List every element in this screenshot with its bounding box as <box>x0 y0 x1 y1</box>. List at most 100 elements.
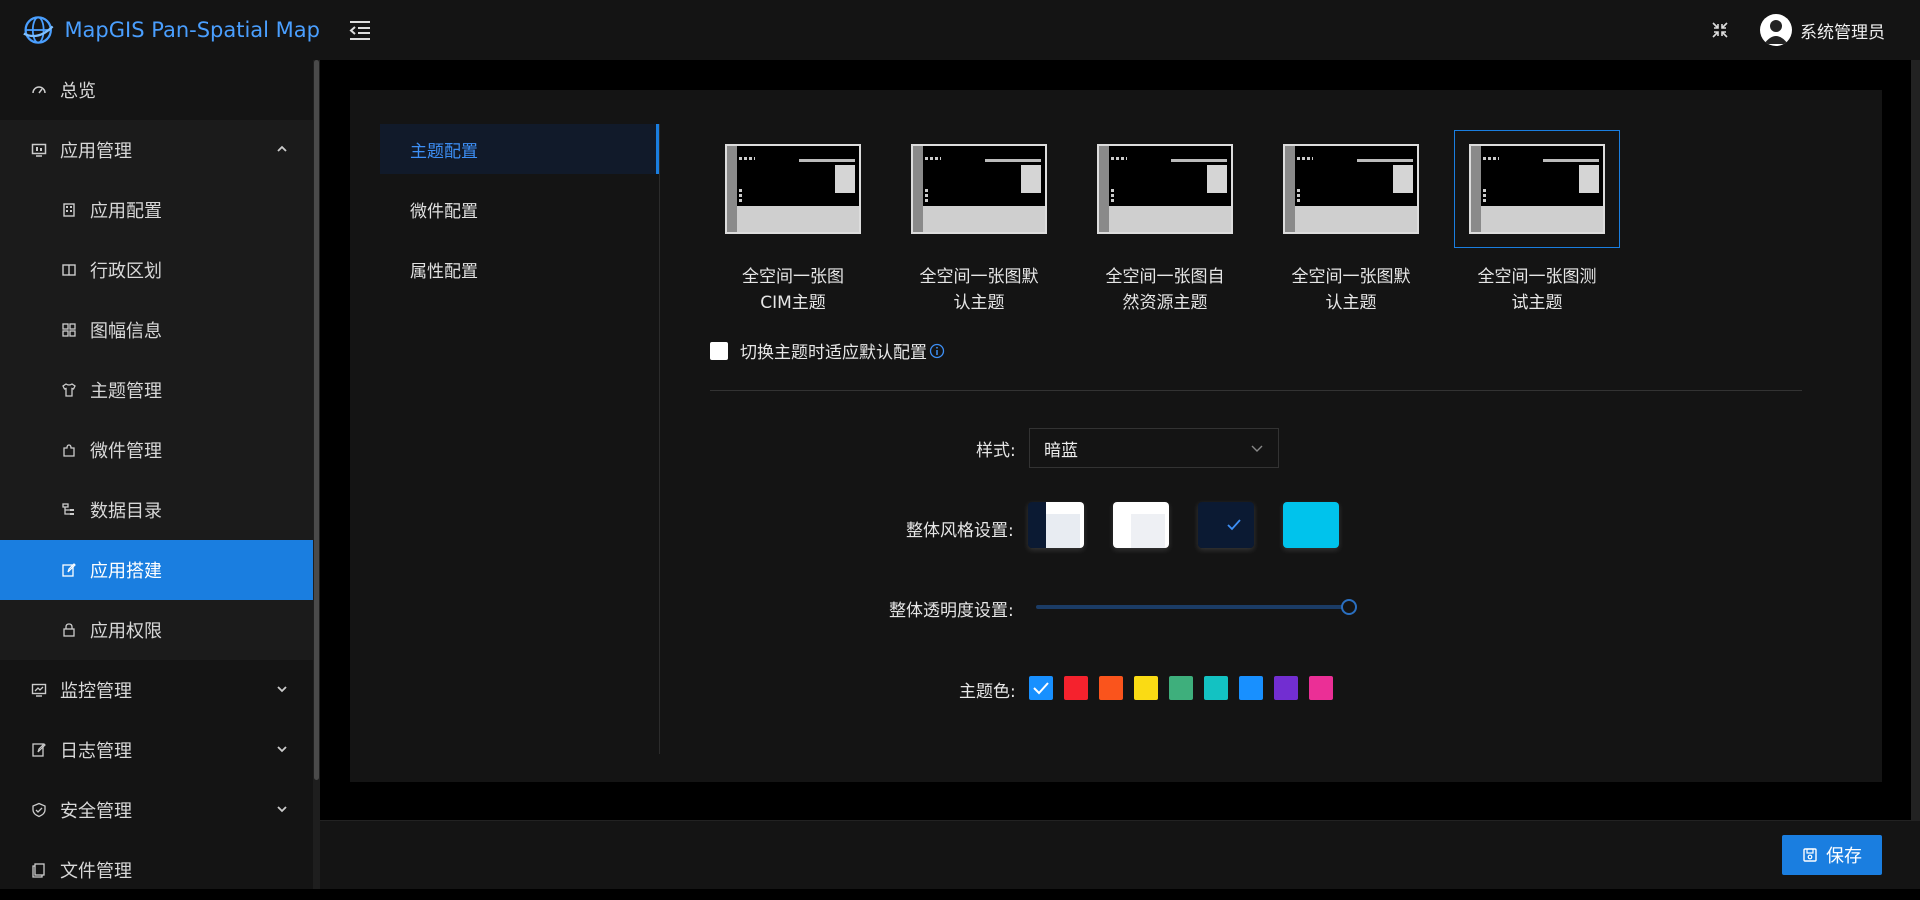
theme-thumbnail[interactable] <box>1268 130 1434 248</box>
file-icon <box>30 861 48 879</box>
info-icon[interactable] <box>929 343 945 359</box>
color-swatch-magenta[interactable] <box>1309 676 1333 700</box>
globe-icon <box>23 16 54 44</box>
opacity-slider-handle[interactable] <box>1341 599 1357 615</box>
sidebar-item-label: 应用管理 <box>60 141 132 162</box>
sidebar-item-label: 安全管理 <box>60 801 132 822</box>
color-swatch-purple[interactable] <box>1274 676 1298 700</box>
sidebar-item-app-build[interactable]: 应用搭建 <box>0 540 313 600</box>
chevron-down-icon <box>277 806 287 813</box>
tree-icon <box>60 501 78 519</box>
theme-preview-image <box>1097 144 1233 234</box>
style-select-value: 暗蓝 <box>1044 440 1078 461</box>
sidebar-item-label: 图幅信息 <box>90 321 162 342</box>
sidebar-item-widget-management[interactable]: 微件管理 <box>0 420 313 480</box>
footer-bar <box>320 820 1920 889</box>
building-icon <box>60 201 78 219</box>
theme-list: 全空间一张图 CIM主题 全空间一张图默 认主题 全空间一张图自 然资源主题 全空间一… <box>710 130 1640 316</box>
sidebar-item-monitor-management[interactable]: 监控管理 <box>0 660 313 720</box>
save-icon <box>1803 848 1817 862</box>
theme-color-label: 主题色: <box>959 682 1016 702</box>
chevron-down-icon <box>1251 445 1263 452</box>
theme-card[interactable]: 全空间一张图自 然资源主题 <box>1082 130 1248 316</box>
theme-label: 全空间一张图测 试主题 <box>1477 267 1597 313</box>
theme-card-selected[interactable]: 全空间一张图测 试主题 <box>1454 130 1620 316</box>
color-swatch-yellow[interactable] <box>1134 676 1158 700</box>
theme-preview-image <box>725 144 861 234</box>
style-swatch-dark[interactable] <box>1198 502 1254 548</box>
sidebar-item-data-catalog[interactable]: 数据目录 <box>0 480 313 540</box>
save-button[interactable]: 保存 <box>1782 835 1882 875</box>
grid-icon <box>60 321 78 339</box>
overall-style-label: 整体风格设置: <box>906 521 1014 541</box>
sidebar-item-label: 监控管理 <box>60 681 132 702</box>
color-swatch-cyan[interactable] <box>1204 676 1228 700</box>
theme-card[interactable]: 全空间一张图默 认主题 <box>896 130 1062 316</box>
edit-icon <box>60 561 78 579</box>
subnav-attribute-config[interactable]: 属性配置 <box>380 244 659 294</box>
sidebar-item-overview[interactable]: 总览 <box>0 60 313 120</box>
divider <box>710 390 1802 391</box>
user-icon <box>1764 20 1788 44</box>
opacity-label: 整体透明度设置: <box>889 601 1014 621</box>
theme-card[interactable]: 全空间一张图 CIM主题 <box>710 130 876 316</box>
theme-thumbnail[interactable] <box>896 130 1062 248</box>
style-select[interactable]: 暗蓝 <box>1029 428 1279 468</box>
sidebar-item-label: 总览 <box>60 81 96 102</box>
chevron-down-icon <box>277 746 287 753</box>
subnav-theme-config[interactable]: 主题配置 <box>380 124 659 174</box>
color-swatch-red[interactable] <box>1064 676 1088 700</box>
sidebar-item-label: 应用权限 <box>90 621 162 642</box>
lock-icon <box>60 621 78 639</box>
monitor-chart-icon <box>30 681 48 699</box>
sidebar-item-app-management[interactable]: 应用管理 <box>0 120 313 180</box>
sidebar-item-label: 日志管理 <box>60 741 132 762</box>
adapt-default-config-row: 切换主题时适应默认配置 <box>710 338 945 363</box>
chevron-down-icon <box>277 686 287 693</box>
theme-thumbnail[interactable] <box>710 130 876 248</box>
opacity-slider-track[interactable] <box>1036 605 1350 609</box>
color-swatch-green[interactable] <box>1169 676 1193 700</box>
theme-thumbnail[interactable] <box>1082 130 1248 248</box>
scrollbar-thumb[interactable] <box>314 60 319 780</box>
sidebar-item-admin-division[interactable]: 行政区划 <box>0 240 313 300</box>
app-logo[interactable]: MapGIS Pan-Spatial Map <box>0 0 320 60</box>
sidebar-item-log-management[interactable]: 日志管理 <box>0 720 313 780</box>
theme-card[interactable]: 全空间一张图默 认主题 <box>1268 130 1434 316</box>
sidebar-item-theme-management[interactable]: 主题管理 <box>0 360 313 420</box>
sidebar: MapGIS Pan-Spatial Map 总览 应用管理 应用配置 行政区划… <box>0 0 320 889</box>
theme-label: 全空间一张图 CIM主题 <box>742 267 844 313</box>
sidebar-item-label: 行政区划 <box>90 261 162 282</box>
theme-thumbnail[interactable] <box>1454 130 1620 248</box>
shirt-icon <box>60 381 78 399</box>
sidebar-item-file-management[interactable]: 文件管理 <box>0 840 313 900</box>
username[interactable]: 系统管理员 <box>1800 18 1885 43</box>
theme-label: 全空间一张图默 认主题 <box>1291 267 1411 313</box>
sidebar-item-map-sheet[interactable]: 图幅信息 <box>0 300 313 360</box>
sidebar-item-app-config[interactable]: 应用配置 <box>0 180 313 240</box>
color-swatch-orange[interactable] <box>1099 676 1123 700</box>
style-swatch-light[interactable] <box>1113 502 1169 548</box>
main-scrollbar[interactable] <box>1911 60 1920 820</box>
sidebar-item-app-permission[interactable]: 应用权限 <box>0 600 313 660</box>
checkbox-label[interactable]: 切换主题时适应默认配置 <box>740 338 927 363</box>
top-header: 系统管理员 <box>320 0 1920 60</box>
color-swatch-dodger-blue[interactable] <box>1239 676 1263 700</box>
sidebar-scrollbar[interactable] <box>313 60 320 889</box>
sidebar-item-security-management[interactable]: 安全管理 <box>0 780 313 840</box>
sidebar-item-label: 数据目录 <box>90 501 162 522</box>
fullscreen-exit-icon[interactable] <box>1711 21 1729 39</box>
theme-preview-image <box>1283 144 1419 234</box>
color-swatch-blue-selected[interactable] <box>1029 676 1053 700</box>
adapt-default-config-checkbox[interactable] <box>710 341 728 360</box>
avatar[interactable] <box>1760 14 1792 46</box>
sidebar-item-label: 应用搭建 <box>90 561 162 582</box>
sidebar-menu: 总览 应用管理 应用配置 行政区划 图幅信息 主题管理 微件管理 数据目录 应用… <box>0 60 313 900</box>
menu-collapse-icon[interactable] <box>348 19 372 41</box>
style-swatch-dark-light[interactable] <box>1028 502 1084 548</box>
check-icon <box>1227 519 1241 531</box>
theme-label: 全空间一张图默 认主题 <box>919 267 1039 313</box>
style-swatch-cyan[interactable] <box>1283 502 1339 548</box>
subnav-widget-config[interactable]: 微件配置 <box>380 184 659 234</box>
chevron-up-icon <box>277 145 287 152</box>
